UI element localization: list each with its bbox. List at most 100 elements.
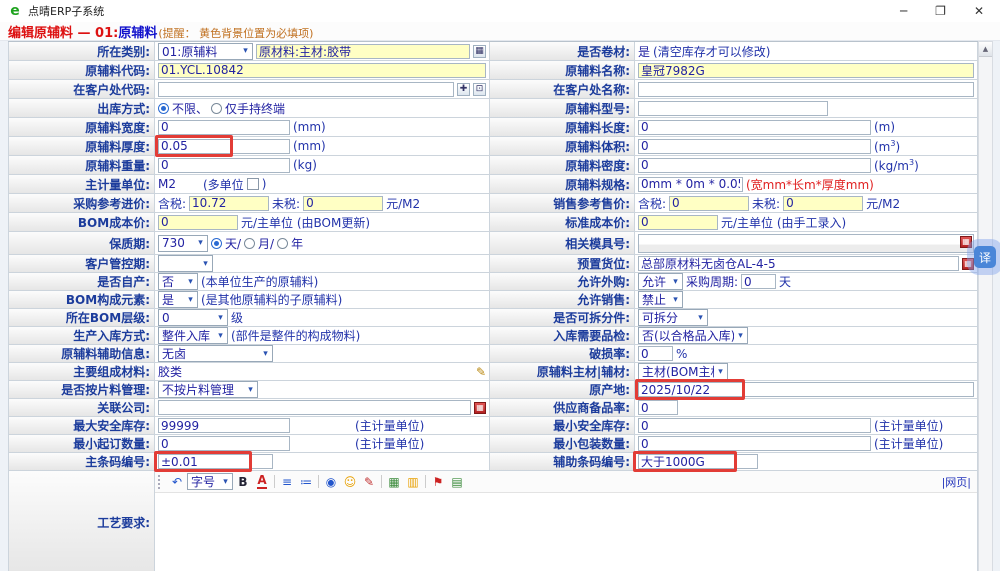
outbound-unlimited-radio[interactable] bbox=[158, 103, 169, 114]
related-company-input[interactable] bbox=[158, 400, 471, 415]
hyperlink-globe-icon[interactable]: ◉ bbox=[322, 474, 340, 490]
lookup-icon[interactable]: ⊡ bbox=[473, 83, 486, 96]
min-order-note: (主计量单位) bbox=[355, 435, 424, 452]
edit-icon[interactable]: ✎ bbox=[476, 365, 486, 379]
model-input[interactable] bbox=[638, 101, 828, 116]
customer-control-select[interactable]: ▾ bbox=[158, 255, 213, 272]
main-or-aux-label: 原辅料主材|辅材: bbox=[490, 363, 635, 380]
mold-number-input[interactable]: ▦ bbox=[638, 234, 974, 253]
save-icon[interactable]: ▤ bbox=[448, 474, 466, 490]
row-max-stock: 最大安全库存: (主计量单位) bbox=[8, 417, 490, 435]
damage-rate-unit: % bbox=[676, 347, 687, 361]
width-input[interactable] bbox=[158, 120, 290, 135]
picker-red-icon[interactable]: ▦ bbox=[474, 402, 486, 414]
shelf-month-radio[interactable] bbox=[244, 238, 255, 249]
main-or-aux-select[interactable]: 主材(BOM主材)▾ bbox=[638, 363, 728, 380]
bold-icon[interactable]: B bbox=[234, 474, 252, 490]
vertical-scrollbar[interactable]: ▲ bbox=[978, 41, 993, 571]
craft-requirements-textarea[interactable] bbox=[155, 493, 977, 571]
picker-red-icon[interactable]: ▦ bbox=[962, 258, 974, 270]
max-stock-input[interactable] bbox=[158, 418, 290, 433]
aux-barcode-input[interactable] bbox=[638, 454, 758, 469]
min-order-input[interactable] bbox=[158, 436, 290, 451]
self-made-label: 是否自产: bbox=[8, 273, 155, 290]
bom-element-select[interactable]: 是▾ bbox=[158, 291, 198, 308]
row-aux-info: 原辅料辅助信息: 无卤▾ bbox=[8, 345, 490, 363]
bom-level-select[interactable]: 0▾ bbox=[158, 309, 228, 326]
purchase-cycle-unit: 天 bbox=[779, 273, 791, 290]
minimize-button[interactable]: ─ bbox=[900, 4, 907, 18]
damage-rate-label: 破损率: bbox=[490, 345, 635, 362]
customer-name-input[interactable] bbox=[638, 82, 974, 97]
webpage-link[interactable]: |网页| bbox=[942, 474, 974, 490]
list-icon[interactable]: ≔ bbox=[297, 474, 315, 490]
picker-red-icon[interactable]: ▦ bbox=[960, 236, 972, 248]
category-path-input[interactable] bbox=[256, 44, 470, 59]
chevron-down-icon: ▾ bbox=[199, 259, 212, 269]
close-button[interactable]: ✕ bbox=[974, 4, 984, 18]
purchase-price-untaxed-input[interactable] bbox=[303, 196, 383, 211]
origin-input[interactable] bbox=[638, 382, 974, 397]
emoji-icon[interactable]: ☺ bbox=[341, 474, 359, 490]
weight-input[interactable] bbox=[158, 158, 290, 173]
sheet-management-select[interactable]: 不按片料管理▾ bbox=[158, 381, 258, 398]
align-icon[interactable]: ≡ bbox=[278, 474, 296, 490]
row-allow-sale: 允许销售: 禁止▾ bbox=[490, 291, 978, 309]
row-customer-control: 客户管控期: ▾ bbox=[8, 255, 490, 273]
main-barcode-input[interactable] bbox=[158, 454, 273, 469]
font-color-icon[interactable]: A bbox=[257, 475, 266, 489]
scroll-up-icon[interactable]: ▲ bbox=[979, 42, 992, 57]
maximize-button[interactable]: ❐ bbox=[935, 4, 946, 18]
volume-input[interactable] bbox=[638, 139, 871, 154]
length-input[interactable] bbox=[638, 120, 871, 135]
picker-icon[interactable]: ▦ bbox=[473, 45, 486, 58]
insert-image-icon[interactable]: ▦ bbox=[385, 474, 403, 490]
main-material-value: 胶类 bbox=[158, 363, 473, 380]
edit-note-icon[interactable]: ✎ bbox=[360, 474, 378, 490]
min-pack-input[interactable] bbox=[638, 436, 871, 451]
bom-cost-input[interactable] bbox=[158, 215, 238, 230]
undo-icon[interactable]: ↶ bbox=[168, 474, 186, 490]
category-select[interactable]: 01:原辅料▾ bbox=[158, 43, 253, 60]
purchase-price-taxed-input[interactable] bbox=[189, 196, 269, 211]
shelf-year-radio[interactable] bbox=[277, 238, 288, 249]
upload-image-icon[interactable]: ▥ bbox=[404, 474, 422, 490]
outbound-handheld-radio[interactable] bbox=[211, 103, 222, 114]
length-label: 原辅料长度: bbox=[490, 118, 635, 136]
row-main-unit: 主计量单位: M2 (多单位 ) bbox=[8, 175, 490, 194]
sell-price-untaxed-input[interactable] bbox=[783, 196, 863, 211]
density-input[interactable] bbox=[638, 158, 871, 173]
weight-unit: (kg) bbox=[293, 158, 317, 172]
material-name-input[interactable] bbox=[638, 63, 974, 78]
inbound-inspection-select[interactable]: 否(以合格品入库)▾ bbox=[638, 327, 748, 344]
form-left-panel: 所在类别: 01:原辅料▾ ▦ 原辅料代码: 在客户处代码: bbox=[8, 42, 490, 471]
shelf-day-radio[interactable] bbox=[211, 238, 222, 249]
allow-sale-select[interactable]: 禁止▾ bbox=[638, 291, 683, 308]
sell-price-taxed-input[interactable] bbox=[669, 196, 749, 211]
supplier-spare-rate-input[interactable] bbox=[638, 400, 678, 415]
material-code-input[interactable] bbox=[158, 63, 486, 78]
font-size-select[interactable]: 字号▾ bbox=[187, 473, 233, 490]
spec-input[interactable] bbox=[638, 177, 743, 192]
translate-button[interactable]: 译 bbox=[974, 246, 996, 268]
chevron-down-icon: ▾ bbox=[219, 477, 232, 487]
shelf-life-select[interactable]: 730▾ bbox=[158, 235, 208, 252]
self-made-select[interactable]: 否▾ bbox=[158, 273, 198, 290]
purchase-cycle-input[interactable] bbox=[741, 274, 776, 289]
multi-unit-checkbox[interactable] bbox=[247, 178, 259, 190]
aux-info-select[interactable]: 无卤▾ bbox=[158, 345, 273, 362]
thickness-input[interactable] bbox=[158, 139, 290, 154]
origin-label: 原产地: bbox=[490, 381, 635, 398]
flag-icon[interactable]: ⚑ bbox=[429, 476, 447, 488]
production-inbound-select[interactable]: 整件入库▾ bbox=[158, 327, 228, 344]
paste-icon[interactable]: ✚ bbox=[457, 83, 470, 96]
allow-outsource-select[interactable]: 允许▾ bbox=[638, 273, 683, 290]
splittable-select[interactable]: 可拆分▾ bbox=[638, 309, 708, 326]
row-bom-level: 所在BOM层级: 0▾级 bbox=[8, 309, 490, 327]
material-name-label: 原辅料名称: bbox=[490, 61, 635, 79]
min-stock-input[interactable] bbox=[638, 418, 871, 433]
damage-rate-input[interactable] bbox=[638, 346, 673, 361]
standard-cost-input[interactable] bbox=[638, 215, 718, 230]
customer-code-input[interactable] bbox=[158, 82, 454, 97]
preset-location-input[interactable] bbox=[638, 256, 959, 271]
